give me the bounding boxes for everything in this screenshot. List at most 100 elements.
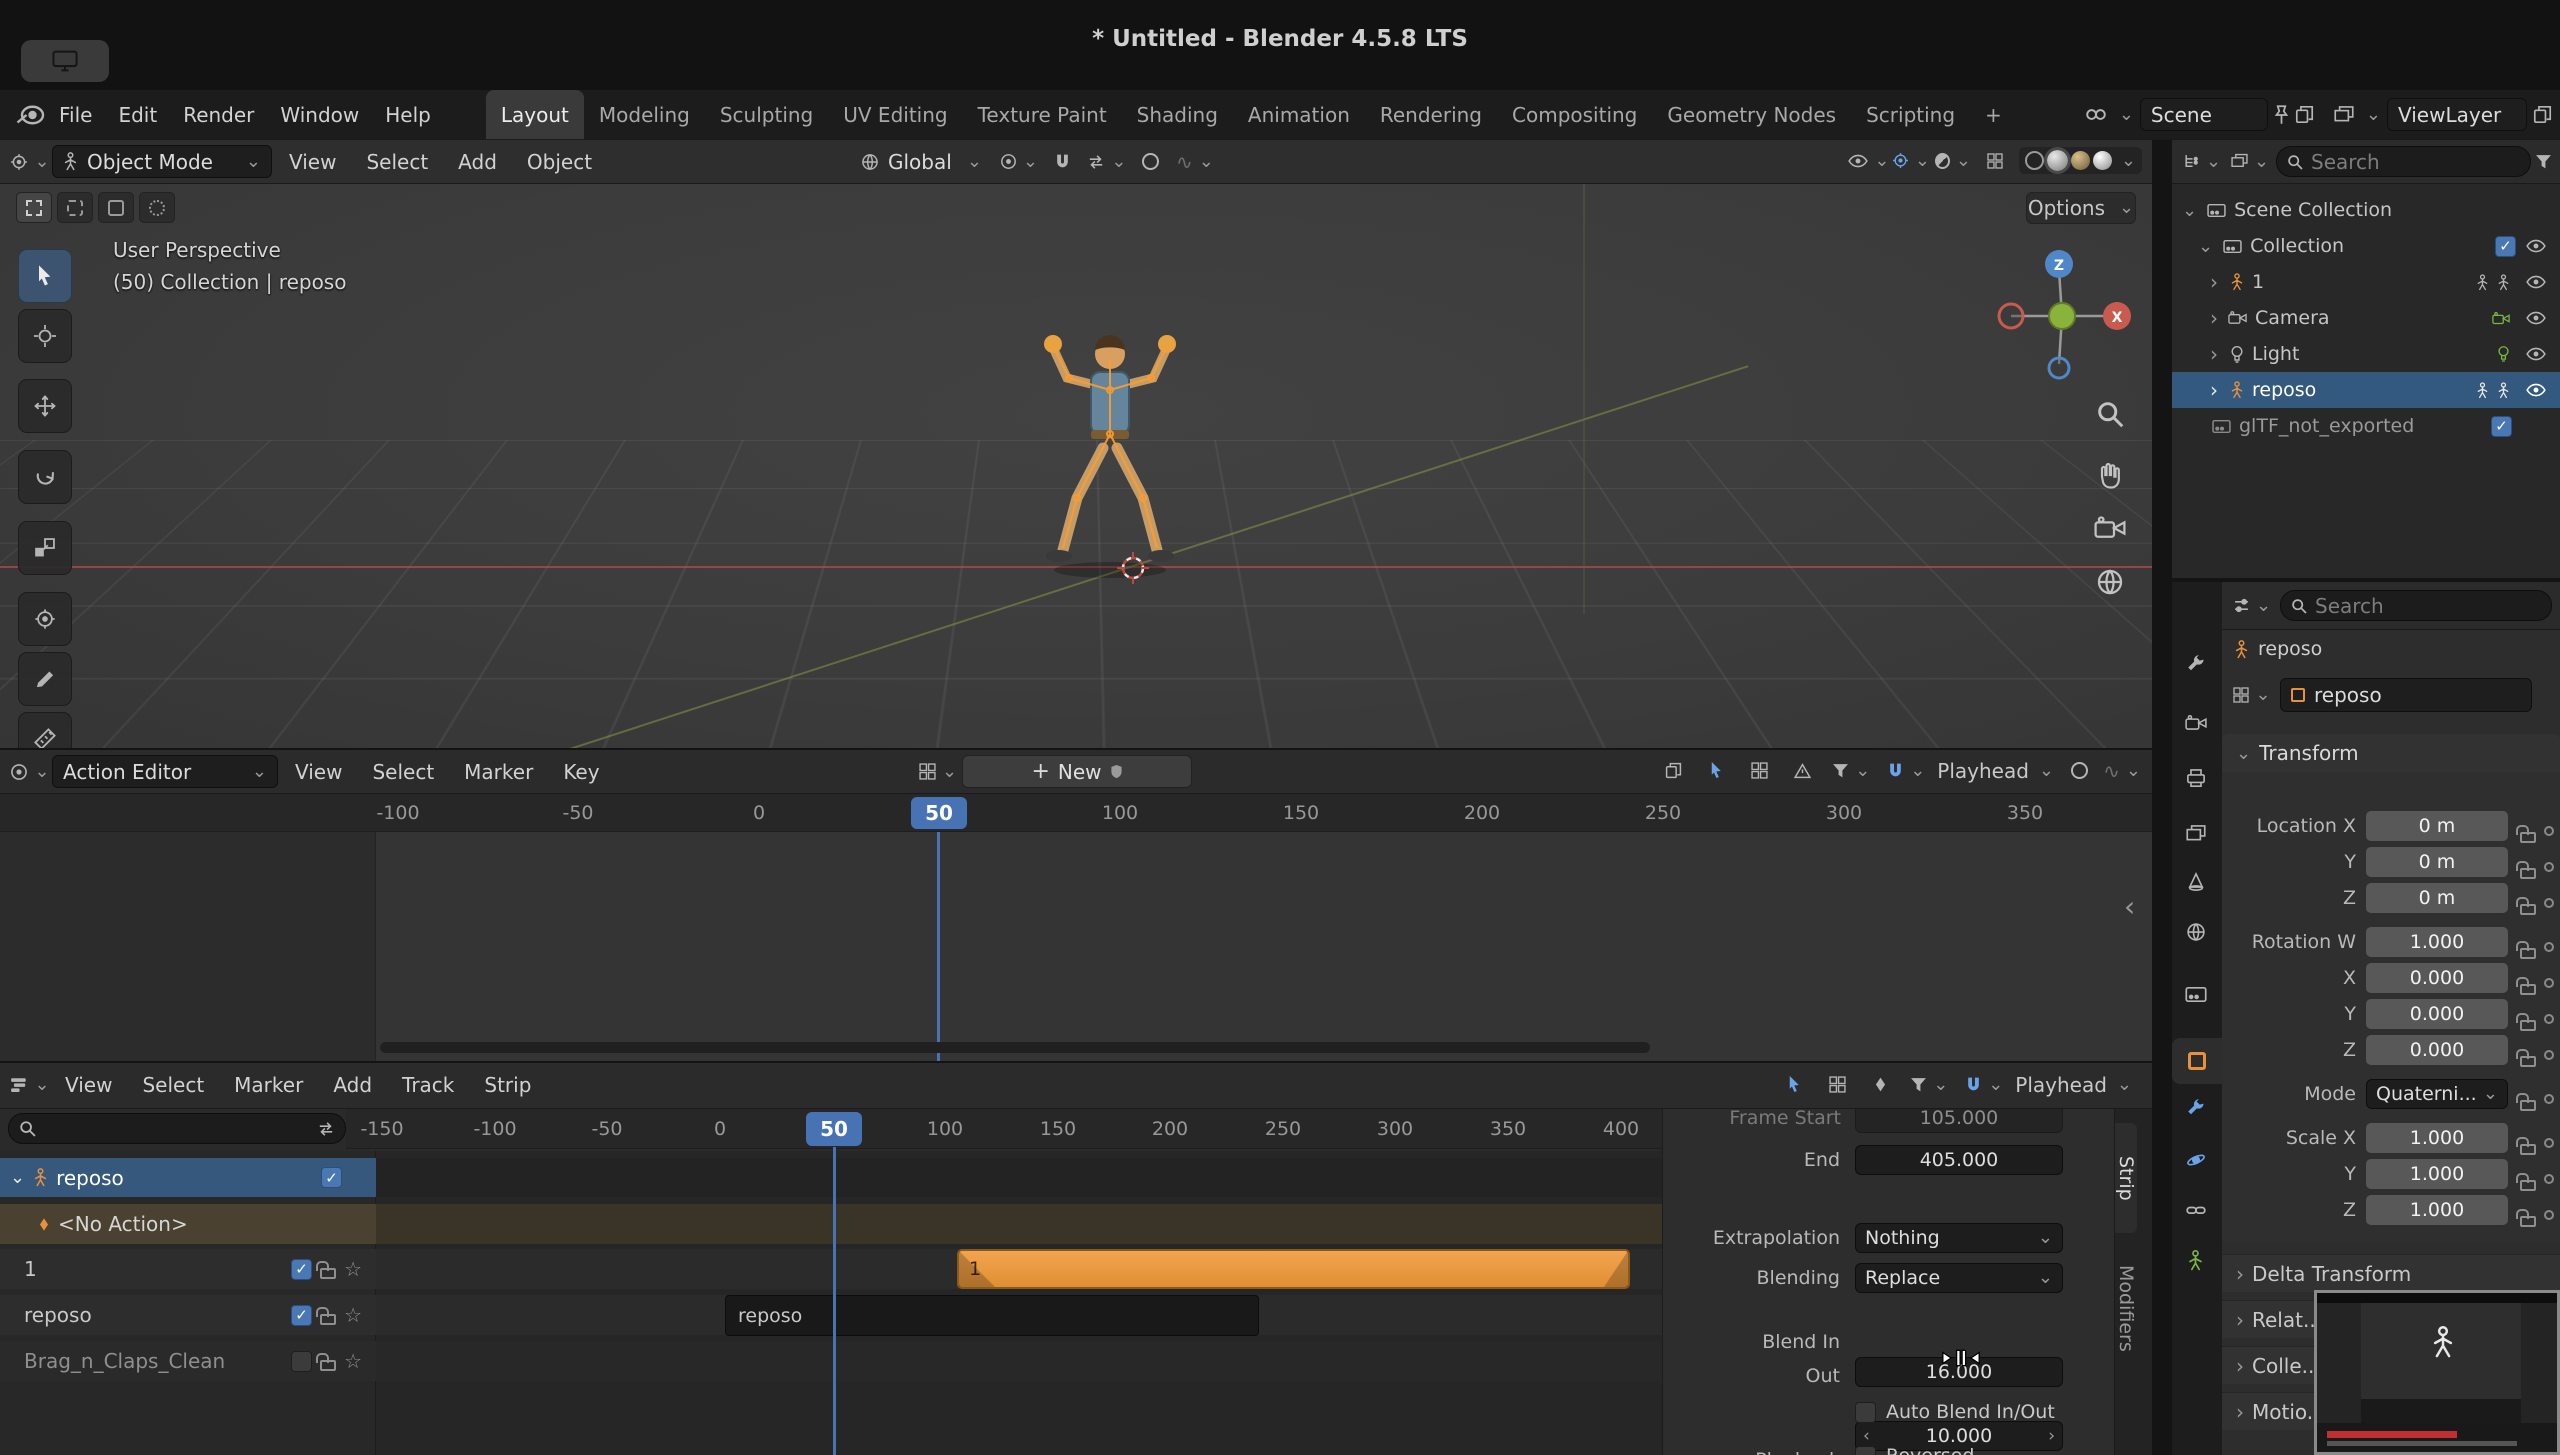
blending-dropdown[interactable]: Replace [1855,1263,2063,1293]
overlays-dropdown[interactable] [1934,145,1971,176]
hide-eye-icon[interactable] [2526,311,2546,325]
location-z-slider[interactable]: 0 m [2366,882,2508,913]
end-field[interactable]: 405.000 [1855,1145,2063,1175]
scene-selector[interactable]: Scene [2139,98,2268,131]
gizmos-dropdown[interactable] [1893,145,1929,176]
pin-icon[interactable] [2274,105,2289,125]
shading-wireframe-button[interactable] [2024,151,2044,170]
collection-checkbox[interactable] [2491,415,2512,437]
nla-menu-view[interactable]: View [52,1073,125,1097]
lock-icon[interactable] [2516,1209,2536,1227]
ortho-toggle-button[interactable] [2096,568,2124,601]
track-solo-icon[interactable] [344,1259,362,1279]
outliner-search-field[interactable]: Search [2276,146,2531,177]
viewport-menu-object[interactable]: Object [514,150,605,174]
animate-decorator[interactable] [2544,1210,2554,1220]
lock-icon[interactable] [2516,897,2536,915]
collection-checkbox[interactable] [2495,235,2516,257]
action-browse-dropdown[interactable] [920,756,956,787]
nla-only-selected-toggle[interactable] [1776,1069,1812,1100]
nla-editor-type-button[interactable] [12,1069,48,1100]
panel-delta-transform[interactable]: Delta Transform [2222,1254,2560,1292]
only-selected-toggle[interactable] [1698,755,1734,786]
shading-rendered-button[interactable] [2092,151,2112,170]
nla-track-row[interactable]: reposo [0,1295,376,1335]
editor-splitter[interactable] [2152,140,2172,1455]
dope-proportional-toggle[interactable] [2061,755,2097,786]
show-object-types-dropdown[interactable] [1851,145,1887,176]
workspace-tab-geometry-nodes[interactable]: Geometry Nodes [1652,90,1851,139]
dope-menu-select[interactable]: Select [359,760,447,784]
layered-anim-toggle[interactable] [1741,755,1777,786]
auto-blend-checkbox[interactable] [1855,1401,1876,1423]
nla-ruler[interactable]: -150 -100 -50 0 100 150 200 250 300 350 … [346,1109,1662,1149]
shading-material-button[interactable] [2070,151,2090,170]
rotation-z-slider[interactable]: 0.000 [2366,1034,2508,1065]
select-mode-intersect-button[interactable] [139,192,175,223]
rotation-x-slider[interactable]: 0.000 [2366,962,2508,993]
workspace-tab-shading[interactable]: Shading [1122,90,1233,139]
animate-decorator[interactable] [2544,898,2554,908]
viewlayer-icon[interactable] [2334,105,2354,125]
lock-icon[interactable] [2516,941,2536,959]
tab-output[interactable] [2186,768,2206,793]
track-lock-icon[interactable] [316,1306,337,1325]
pivot-point-selector[interactable] [1001,146,1037,177]
scene-browse-chevron-icon[interactable] [2119,106,2134,124]
scale-z-slider[interactable]: 1.000 [2366,1194,2508,1225]
viewport-3d[interactable]: Object Mode View Select Add Object Globa… [0,140,2152,748]
dope-playhead[interactable] [937,832,940,1063]
dope-sheet-ruler[interactable]: -100 -50 0 100 150 200 250 300 350 50 [0,794,2152,832]
current-frame-badge[interactable]: 50 [806,1112,862,1146]
outliner-filter-icon[interactable] [2535,154,2552,170]
lock-icon[interactable] [2516,1173,2536,1191]
select-mode-set-button[interactable] [16,192,52,223]
tab-view-layer[interactable] [2186,824,2206,849]
nla-strip-2[interactable]: reposo [725,1295,1259,1336]
snapping-toggle[interactable] [1045,146,1081,177]
lock-icon[interactable] [2516,1013,2536,1031]
track-mute-checkbox[interactable] [321,1167,342,1188]
nla-layered-toggle[interactable] [1819,1069,1855,1100]
tab-constraints[interactable] [2186,1200,2206,1225]
dope-snapping-dropdown[interactable] [1882,755,1930,786]
dope-editor-type-button[interactable] [12,756,48,787]
new-viewlayer-icon[interactable] [2533,105,2552,124]
lock-icon[interactable] [2516,1049,2536,1067]
transform-orientation-selector[interactable]: Global [850,145,993,178]
nla-menu-track[interactable]: Track [389,1073,467,1097]
lock-icon[interactable] [2516,1093,2536,1111]
animate-decorator[interactable] [2544,826,2554,836]
lock-icon[interactable] [2516,977,2536,995]
tool-rotate[interactable] [18,450,72,504]
increment-arrow-icon[interactable]: › [2048,1426,2055,1446]
mode-selector[interactable]: Object Mode [52,145,272,178]
dope-playhead-snap-dropdown[interactable]: Playhead [1937,759,2054,783]
rotation-y-slider[interactable]: 0.000 [2366,998,2508,1029]
nla-snapping-dropdown[interactable] [1960,1069,2008,1100]
decrement-arrow-icon[interactable]: ‹ [1863,1426,1870,1446]
track-checkbox[interactable] [291,1258,313,1280]
animate-decorator[interactable] [2544,1014,2554,1024]
nla-search-field[interactable] [8,1113,346,1144]
tab-object[interactable] [2172,1038,2222,1084]
outliner-editor-type-button[interactable] [2180,146,2224,177]
hide-eye-icon[interactable] [2526,275,2546,289]
workspace-tab-sculpting[interactable]: Sculpting [705,90,828,139]
viewport-menu-view[interactable]: View [276,150,349,174]
tab-physics[interactable] [2186,1150,2206,1175]
nla-playhead-snap-dropdown[interactable]: Playhead [2015,1073,2132,1097]
proportional-falloff-selector[interactable]: ∿ [1176,146,1213,177]
object-browse-dropdown[interactable] [2230,680,2274,711]
animate-decorator[interactable] [2544,862,2554,872]
animate-decorator[interactable] [2544,1138,2554,1148]
track-solo-icon[interactable] [344,1305,362,1325]
scene-linking-icon[interactable] [2085,106,2107,123]
animate-decorator[interactable] [2544,1094,2554,1104]
outliner-row-reposo[interactable]: reposo [2172,372,2560,408]
tool-annotate[interactable] [18,652,72,706]
viewlayer-selector[interactable]: ViewLayer [2387,98,2527,131]
lock-icon[interactable] [2516,861,2536,879]
properties-search-field[interactable]: Search [2280,590,2552,621]
workspace-tab-uv-editing[interactable]: UV Editing [828,90,962,139]
